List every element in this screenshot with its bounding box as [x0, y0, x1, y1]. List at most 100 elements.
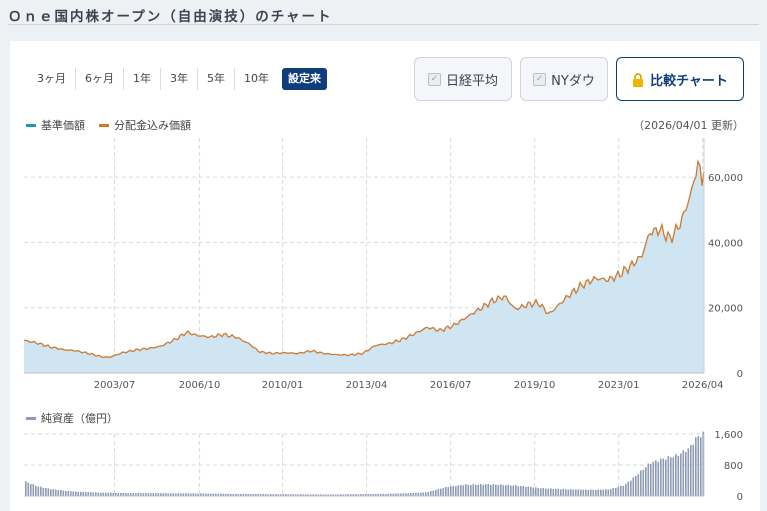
net-assets-bar: [520, 485, 522, 496]
net-assets-bar: [452, 485, 455, 496]
net-assets-bar: [87, 492, 90, 496]
net-assets-bar: [512, 485, 515, 496]
period-since-inception-button[interactable]: 設定来: [282, 68, 327, 90]
net-assets-bar: [65, 490, 67, 496]
net-assets-bar: [625, 483, 627, 496]
net-assets-bar: [425, 492, 427, 496]
lock-icon: [633, 73, 644, 87]
period-1y-button[interactable]: 1年: [123, 68, 160, 90]
period-10y-button[interactable]: 10年: [234, 68, 278, 90]
compare-chart-button[interactable]: 比較チャート: [616, 57, 744, 101]
net-assets-bar: [522, 486, 525, 496]
net-assets-bar: [30, 484, 32, 496]
net-assets-bar: [472, 484, 475, 496]
net-assets-bar: [52, 489, 55, 496]
net-assets-bar: [487, 484, 490, 496]
net-assets-bar: [27, 482, 30, 496]
net-assets-bar: [77, 492, 80, 496]
net-assets-bar: [527, 486, 530, 496]
x-tick-label: 2003/07: [94, 380, 136, 391]
net-assets-bar: [97, 492, 100, 496]
net-assets-bar: [660, 458, 662, 496]
nikkei-label: 日経平均: [445, 73, 498, 89]
net-assets-bar: [690, 445, 692, 496]
net-assets-bar: [600, 489, 602, 496]
net-assets-bar: [95, 492, 97, 496]
net-assets-bar: [682, 450, 685, 496]
net-assets-bar: [47, 488, 50, 496]
net-assets-bar: [72, 491, 75, 496]
net-assets-bar: [607, 489, 610, 496]
net-assets-bar: [597, 489, 600, 496]
net-assets-bar: [437, 488, 440, 496]
net-assets-bar: [582, 489, 585, 496]
net-assets-bar: [545, 488, 547, 496]
net-assets-bar: [585, 489, 587, 496]
period-3m-button[interactable]: 3ヶ月: [28, 68, 75, 90]
net-assets-bar: [555, 488, 557, 496]
net-assets-bar: [435, 490, 437, 496]
net-assets-bar: [677, 455, 680, 496]
net-assets-chart[interactable]: 1,600 800 0: [10, 426, 760, 506]
net-assets-bar: [515, 485, 517, 496]
net-assets-bar: [45, 488, 47, 496]
net-assets-bar: [572, 489, 575, 496]
net-assets-label: 純資産（億円）: [41, 412, 118, 425]
net-assets-bar: [440, 488, 442, 496]
period-6m-button[interactable]: 6ヶ月: [75, 68, 123, 90]
net-assets-bar: [535, 487, 537, 496]
nikkei-toggle[interactable]: ✓ 日経平均: [414, 57, 512, 101]
net-assets-bar: [457, 485, 460, 496]
checkbox-icon: ✓: [427, 72, 441, 86]
net-assets-bar: [620, 485, 622, 496]
period-3y-button[interactable]: 3年: [160, 68, 197, 90]
x-tick-label: 2006/10: [179, 380, 221, 391]
net-assets-bar: [92, 492, 95, 496]
net-assets-bar: [492, 484, 495, 496]
title-divider: [8, 24, 759, 25]
net-assets-bar: [442, 488, 445, 496]
net-assets-bar: [475, 484, 477, 496]
net-assets-bar: [672, 457, 675, 496]
period-selector: 3ヶ月 6ヶ月 1年 3年 5年 10年 設定来: [28, 68, 327, 90]
net-assets-bar: [655, 460, 657, 496]
net-assets-bar: [627, 481, 630, 496]
net-assets-bar: [647, 463, 650, 496]
net-assets-bar: [675, 454, 677, 496]
net-assets-bar: [455, 486, 457, 496]
net-assets-bar: [495, 484, 497, 496]
net-assets-bar: [532, 487, 535, 496]
net-assets-bar: [680, 453, 682, 496]
net-assets-bar: [422, 492, 425, 496]
period-5y-button[interactable]: 5年: [197, 68, 234, 90]
net-assets-bar: [40, 486, 42, 496]
y-tick-label: 0: [737, 369, 743, 380]
x-tick-label: 2026/04: [682, 380, 724, 391]
net-assets-bar: [60, 490, 62, 496]
net-assets-bar: [82, 491, 85, 496]
net-assets-bar: [650, 463, 652, 496]
price-chart[interactable]: 60,000 40,000 20,000 0 2003/07 2006/10 2010/01…: [10, 131, 760, 391]
net-assets-bar: [612, 488, 615, 496]
net-assets-bar: [537, 488, 540, 496]
net-assets-bar: [62, 490, 65, 496]
net-assets-bar: [652, 461, 655, 496]
y-tick-label: 0: [737, 492, 743, 503]
net-assets-bar: [517, 486, 520, 496]
net-assets-bar: [630, 480, 632, 496]
net-assets-bar: [562, 489, 565, 496]
net-assets-bar: [567, 489, 570, 496]
net-assets-bar: [477, 484, 480, 496]
net-assets-bar: [55, 489, 57, 496]
net-assets-bar: [695, 437, 697, 496]
net-assets-bar: [505, 485, 507, 496]
net-assets-bar: [50, 489, 52, 496]
net-assets-bar: [605, 489, 607, 496]
net-assets-bar: [507, 484, 510, 496]
net-assets-bar: [70, 491, 72, 496]
net-assets-bar: [80, 491, 82, 496]
net-assets-bar: [75, 491, 77, 496]
legend-dividend-swatch: [99, 123, 109, 127]
x-tick-label: 2016/07: [430, 380, 472, 391]
nydow-toggle[interactable]: ✓ NYダウ: [520, 57, 608, 101]
